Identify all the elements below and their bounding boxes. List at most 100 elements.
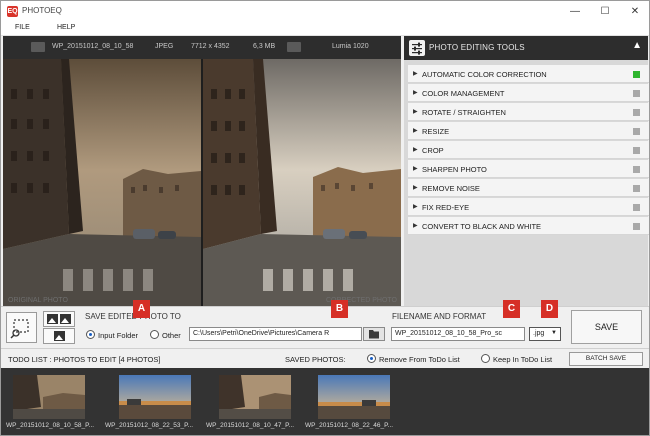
todo-thumbnails: WP_20151012_08_10_58_P... WP_20151012_08… xyxy=(1,368,649,435)
tool-item-crop[interactable]: ▶ CROP xyxy=(408,141,649,159)
radio-input-folder[interactable] xyxy=(86,330,95,339)
chevron-right-icon: ▶ xyxy=(413,90,418,96)
folder-icon xyxy=(369,330,379,339)
single-view-icon xyxy=(54,331,65,341)
tool-item-remove-noise[interactable]: ▶ REMOVE NOISE xyxy=(408,179,649,197)
image-camera: Lumia 1020 xyxy=(332,43,369,50)
chevron-right-icon: ▶ xyxy=(413,128,418,134)
menu-help[interactable]: HELP xyxy=(57,24,75,31)
tool-item-resize[interactable]: ▶ RESIZE xyxy=(408,122,649,140)
radio-other-folder[interactable] xyxy=(150,330,159,339)
zoom-select-button[interactable] xyxy=(6,312,37,343)
tool-item-sharpen[interactable]: ▶ SHARPEN PHOTO xyxy=(408,160,649,178)
status-indicator xyxy=(633,185,640,192)
status-indicator xyxy=(633,223,640,230)
original-photo: ORIGINAL PHOTO xyxy=(3,59,201,306)
thumbnail-2-name: WP_20151012_08_22_53_P... xyxy=(105,422,194,429)
radio-remove-from-todo[interactable] xyxy=(367,354,376,363)
camera-icon xyxy=(287,42,301,52)
app-title: PHOTOEQ xyxy=(22,6,62,15)
app-logo-icon: EQ xyxy=(7,6,18,17)
split-view-button[interactable] xyxy=(43,311,75,327)
status-indicator xyxy=(633,71,640,78)
todo-list-title: TODO LIST : PHOTOS TO EDIT [4 PHOTOS] xyxy=(8,355,161,364)
thumbnail-4[interactable] xyxy=(318,375,390,419)
tool-label: REMOVE NOISE xyxy=(422,184,480,193)
chevron-down-icon: ▼ xyxy=(551,330,557,336)
status-indicator xyxy=(633,90,640,97)
menu-bar: FILE HELP xyxy=(1,22,649,36)
chevron-right-icon: ▶ xyxy=(413,109,418,115)
image-file-icon xyxy=(31,42,45,52)
tool-label: ROTATE / STRAIGHTEN xyxy=(422,108,506,117)
chevron-right-icon: ▶ xyxy=(413,204,418,210)
tools-panel-title: PHOTO EDITING TOOLS xyxy=(429,43,525,52)
split-view-icon xyxy=(47,314,71,324)
thumbnail-4-name: WP_20151012_08_22_46_P... xyxy=(305,422,394,429)
collapse-caret-icon[interactable]: ▲ xyxy=(632,40,642,51)
format-select-value: .jpg xyxy=(533,330,545,337)
marker-b: B xyxy=(331,300,348,318)
radio-keep-in-todo[interactable] xyxy=(481,354,490,363)
todo-bar: TODO LIST : PHOTOS TO EDIT [4 PHOTOS] SA… xyxy=(1,348,649,368)
close-button[interactable]: ✕ xyxy=(621,3,649,20)
tools-list: ▶ AUTOMATIC COLOR CORRECTION ▶ COLOR MANAG… xyxy=(404,60,649,306)
tool-item-black-white[interactable]: ▶ CONVERT TO BLACK AND WHITE xyxy=(408,217,649,235)
status-indicator xyxy=(633,109,640,116)
tool-item-rotate[interactable]: ▶ ROTATE / STRAIGHTEN xyxy=(408,103,649,121)
chevron-right-icon: ▶ xyxy=(413,147,418,153)
format-select[interactable]: .jpg ▼ xyxy=(529,327,561,341)
tool-item-red-eye[interactable]: ▶ FIX RED-EYE xyxy=(408,198,649,216)
saved-photos-title: SAVED PHOTOS: xyxy=(285,355,346,364)
radio-remove-from-todo-label: Remove From ToDo List xyxy=(379,355,460,364)
minimize-button[interactable]: — xyxy=(561,3,589,20)
radio-other-folder-label: Other xyxy=(162,331,181,340)
chevron-right-icon: ▶ xyxy=(413,185,418,191)
tool-label: SHARPEN PHOTO xyxy=(422,165,487,174)
marker-c: C xyxy=(503,300,520,318)
tools-panel-header[interactable]: PHOTO EDITING TOOLS ▲ xyxy=(404,36,648,60)
single-view-button[interactable] xyxy=(43,328,75,344)
original-photo-label: ORIGINAL PHOTO xyxy=(8,297,68,304)
status-indicator xyxy=(633,147,640,154)
corrected-photo: CORRECTED PHOTO xyxy=(203,59,401,306)
tool-label: CROP xyxy=(422,146,444,155)
tool-label: COLOR MANAGEMENT xyxy=(422,89,505,98)
image-dimensions: 7712 x 4352 xyxy=(191,43,230,50)
radio-input-folder-label: Input Folder xyxy=(98,331,139,340)
marker-a: A xyxy=(133,300,150,318)
tool-item-auto-color[interactable]: ▶ AUTOMATIC COLOR CORRECTION xyxy=(408,65,649,83)
tool-item-color-management[interactable]: ▶ COLOR MANAGEMENT xyxy=(408,84,649,102)
photo-preview: ORIGINAL PHOTO CORRECTED PHOTO xyxy=(3,59,401,306)
image-filename: WP_20151012_08_10_58 xyxy=(52,43,134,50)
thumbnail-1[interactable] xyxy=(13,375,85,419)
maximize-button[interactable]: ☐ xyxy=(591,3,619,20)
app-window: EQ PHOTOEQ — ☐ ✕ FILE HELP WP_20151012_0… xyxy=(0,0,650,436)
status-indicator xyxy=(633,166,640,173)
sliders-icon xyxy=(409,40,425,56)
zoom-selection-icon xyxy=(10,319,29,339)
chevron-right-icon: ▶ xyxy=(413,166,418,172)
thumbnail-3-name: WP_20151012_08_10_47_P... xyxy=(206,422,295,429)
title-bar: EQ PHOTOEQ — ☐ ✕ xyxy=(1,1,649,22)
tool-label: CONVERT TO BLACK AND WHITE xyxy=(422,222,542,231)
image-format: JPEG xyxy=(155,43,174,50)
chevron-right-icon: ▶ xyxy=(413,71,418,77)
filename-input[interactable]: WP_20151012_08_10_58_Pro_sc xyxy=(391,327,525,341)
save-path-input[interactable]: C:\Users\Petri\OneDrive\Pictures\Camera … xyxy=(189,327,362,341)
thumbnail-3[interactable] xyxy=(219,375,291,419)
batch-save-button[interactable]: BATCH SAVE xyxy=(569,352,643,366)
status-indicator xyxy=(633,128,640,135)
tool-label: FIX RED-EYE xyxy=(422,203,470,212)
image-info-bar: WP_20151012_08_10_58 JPEG 7712 x 4352 6,… xyxy=(3,36,401,59)
radio-keep-in-todo-label: Keep In ToDo List xyxy=(493,355,553,364)
marker-d: D xyxy=(541,300,558,318)
status-indicator xyxy=(633,204,640,211)
tool-label: AUTOMATIC COLOR CORRECTION xyxy=(422,70,547,79)
menu-file[interactable]: FILE xyxy=(15,24,30,31)
tool-label: RESIZE xyxy=(422,127,450,136)
browse-folder-button[interactable] xyxy=(363,327,385,341)
thumbnail-2[interactable] xyxy=(119,375,191,419)
save-button[interactable]: SAVE xyxy=(571,310,642,344)
image-size: 6,3 MB xyxy=(253,43,276,50)
